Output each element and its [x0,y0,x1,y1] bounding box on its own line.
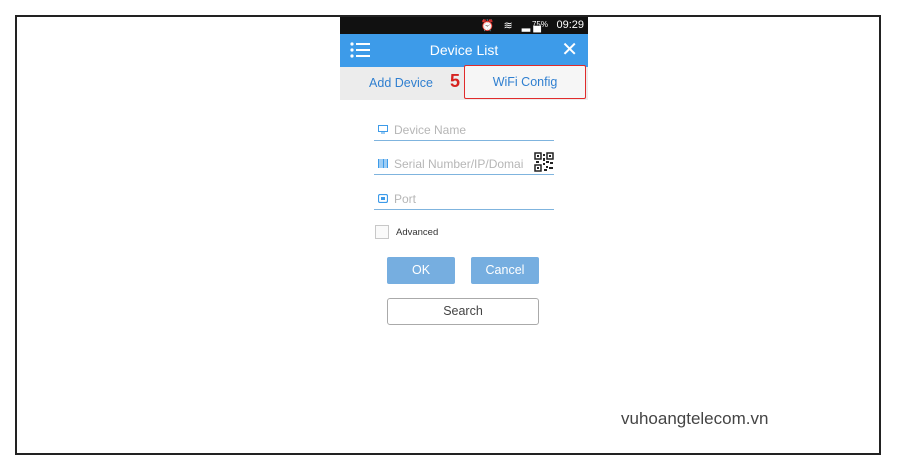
tab-wifi-config[interactable]: WiFi Config [464,65,586,99]
search-button[interactable]: Search [387,298,539,325]
page-title: Device List [429,42,499,58]
device-name-placeholder: Device Name [394,123,467,137]
tab-add-device[interactable]: Add Device [340,67,462,100]
port-field[interactable]: Port [374,191,554,210]
battery-level: 75% [531,20,548,29]
monitor-icon [378,125,388,134]
close-icon[interactable]: ✕ [561,40,578,60]
port-icon [378,194,388,203]
device-name-field[interactable]: Device Name [374,122,554,141]
ok-button[interactable]: OK [387,257,455,284]
phone-screen: ⏰ ≋ ▂▄ 75% 09:29 Device List ✕ Add Devic… [340,17,588,347]
status-bar: ⏰ ≋ ▂▄ 75% 09:29 [340,17,588,34]
port-placeholder: Port [394,192,417,206]
step-marker: 5 [450,71,461,91]
watermark: vuhoangtelecom.vn [621,409,769,428]
qr-code-icon[interactable] [534,152,554,172]
app-bar: Device List ✕ [340,34,588,67]
clock: 09:29 [556,19,584,31]
cancel-button[interactable]: Cancel [471,257,539,284]
advanced-checkbox[interactable] [375,225,389,239]
barcode-icon [378,159,388,168]
serial-number-field[interactable]: Serial Number/IP/Domai [374,152,554,175]
serial-number-placeholder: Serial Number/IP/Domai [394,157,524,171]
advanced-label: Advanced [396,227,439,238]
tab-bar: Add Device 5 WiFi Config [340,65,588,100]
